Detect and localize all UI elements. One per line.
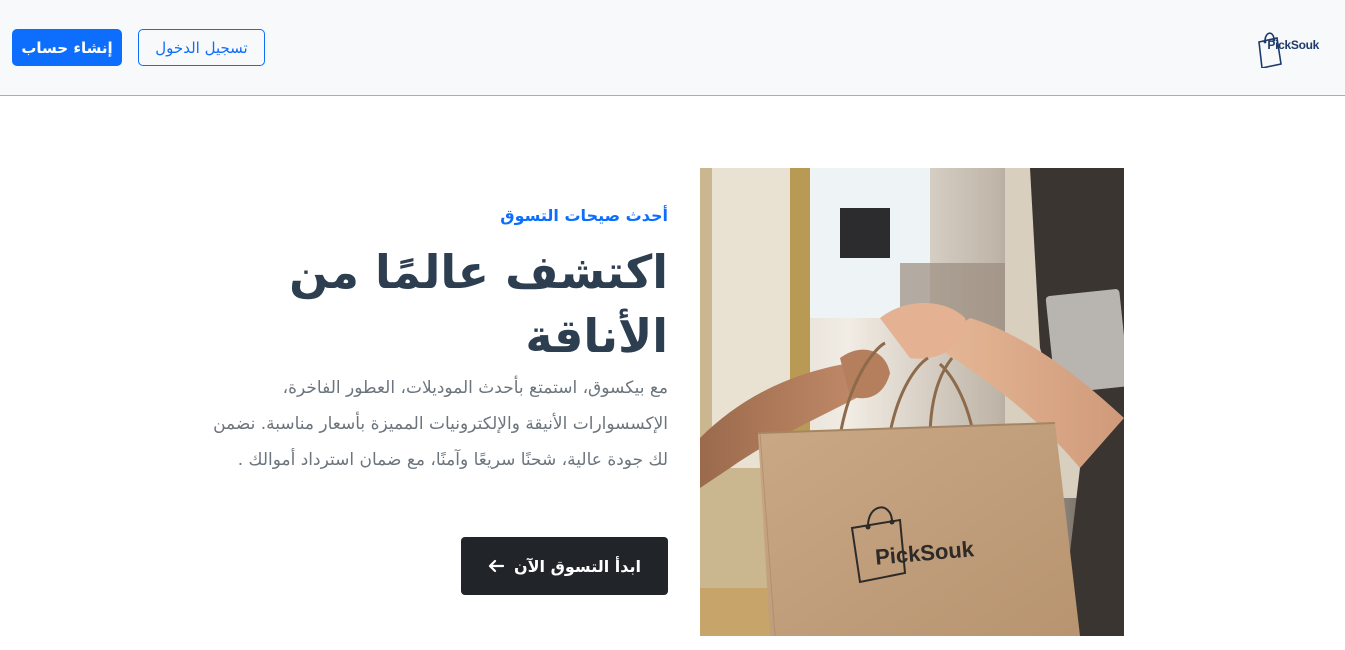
hand-over-shopping-bag-illustration: PickSouk	[700, 168, 1124, 636]
hero-headline: اكتشف عالمًا من الأناقة	[289, 245, 668, 363]
hero-description: مع بيكسوق، استمتع بأحدث الموديلات، العطو…	[213, 378, 668, 470]
brand-logo[interactable]: PickSouk	[1255, 26, 1319, 68]
start-shopping-button[interactable]: ابدأ التسوق الآن	[461, 537, 668, 595]
start-shopping-label: ابدأ التسوق الآن	[513, 556, 642, 576]
navbar: PickSouk تسجيل الدخول إنشاء حساب	[0, 0, 1345, 96]
hero-image: PickSouk	[700, 168, 1124, 636]
logo-text: PickSouk	[1267, 38, 1319, 52]
signup-button[interactable]: إنشاء حساب	[12, 29, 122, 66]
login-button[interactable]: تسجيل الدخول	[138, 29, 265, 66]
hero-eyebrow: أحدث صيحات التسوق	[500, 206, 668, 225]
arrow-left-icon	[488, 559, 504, 573]
